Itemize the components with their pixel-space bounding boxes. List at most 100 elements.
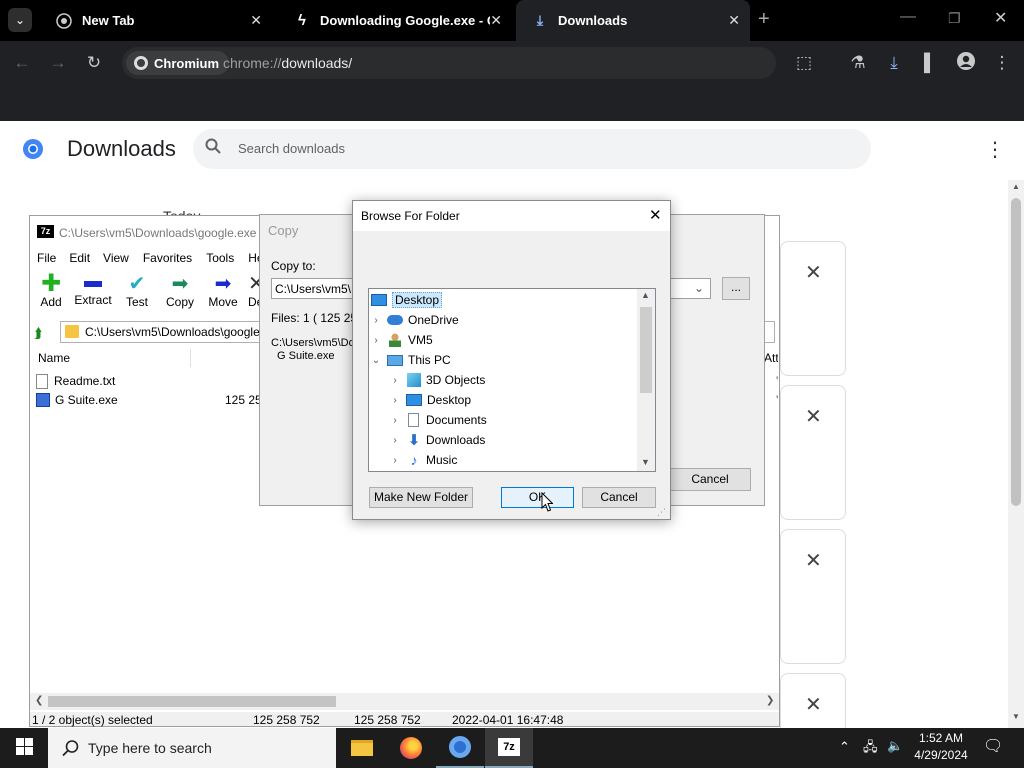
extract-button[interactable]: Extract [74, 273, 112, 307]
back-arrow-icon[interactable]: ← [10, 51, 34, 75]
up-folder-icon[interactable]: ⮭ [34, 325, 42, 342]
chevron-down-icon[interactable]: ⌄ [694, 281, 704, 295]
downloads-search[interactable]: Search downloads [193, 129, 871, 169]
expand-chevron-icon[interactable]: › [388, 375, 402, 386]
tree-item-documents[interactable]: › Documents [388, 410, 487, 430]
tab-downloads[interactable]: ⤓ Downloads ✕ [516, 0, 750, 41]
clock[interactable]: 1:52 AM 4/29/2024 [908, 730, 974, 764]
tree-scrollbar[interactable]: ▲ ▼ [637, 289, 655, 471]
close-icon: ✕ [994, 10, 1008, 27]
menu-edit[interactable]: Edit [63, 249, 96, 269]
cancel-button[interactable]: Cancel [582, 487, 656, 508]
expand-chevron-icon[interactable]: › [388, 435, 402, 446]
scroll-right-arrow-icon[interactable]: ❯ [766, 695, 774, 706]
close-tab-icon[interactable]: ✕ [250, 12, 262, 29]
download-icon[interactable]: ⤓ [882, 51, 906, 75]
column-attributes[interactable]: Attribute [764, 351, 778, 365]
address-bar[interactable]: Chromium chrome://downloads/ [122, 47, 776, 79]
column-name[interactable]: Name [38, 351, 70, 365]
folder-tree[interactable]: Desktop › OneDrive › VM5 ⌄ This PC › 3D … [368, 288, 656, 472]
expand-chevron-icon[interactable]: › [388, 455, 402, 466]
file-row[interactable]: Readme.txt [36, 371, 115, 391]
resize-grip-icon[interactable]: ⋰ [657, 507, 666, 518]
tree-item-onedrive[interactable]: › OneDrive [369, 310, 458, 330]
move-button[interactable]: ➡ Move [206, 273, 240, 309]
expand-chevron-icon[interactable]: › [369, 315, 383, 326]
tree-item-downloads[interactable]: › ⬇ Downloads [388, 430, 485, 450]
tab-search-button[interactable]: ⌄ [8, 8, 32, 32]
firefox-icon [400, 737, 422, 759]
copy-cancel-button[interactable]: Cancel [669, 468, 751, 491]
notification-center-icon[interactable]: 🗨 [983, 736, 1003, 756]
page-scrollbar[interactable]: ▲ ▼ [1008, 180, 1024, 728]
horizontal-scrollbar[interactable]: ❮ ❯ [30, 693, 779, 710]
remove-download-icon[interactable]: ✕ [805, 548, 822, 573]
download-arrow-icon: ⬇ [407, 432, 421, 449]
extensions-icon[interactable]: ⬚ [792, 51, 816, 75]
menu-favorites[interactable]: Favorites [136, 249, 199, 269]
reload-icon[interactable]: ↻ [82, 51, 106, 75]
tree-item-music[interactable]: › ♪ Music [388, 450, 457, 470]
close-icon[interactable]: ✕ [649, 206, 662, 224]
tree-item-this-pc[interactable]: ⌄ This PC [369, 350, 451, 370]
tab-downloading-google[interactable]: ϟ Downloading Google.exe - Ga ✕ [278, 0, 512, 41]
side-panel-icon[interactable]: ▌ [918, 51, 942, 75]
profile-avatar-icon[interactable] [954, 51, 978, 75]
network-icon[interactable]: 🖧 [863, 738, 878, 760]
scroll-up-arrow-icon[interactable]: ▲ [641, 290, 650, 300]
test-button[interactable]: ✔ Test [122, 273, 152, 309]
restore-button[interactable]: ❐ [948, 10, 961, 27]
expand-chevron-icon[interactable]: › [388, 395, 402, 406]
menu-kebab-icon[interactable]: ⋮ [990, 51, 1014, 75]
taskbar-chromium[interactable] [436, 728, 484, 768]
file-row[interactable]: G Suite.exe [36, 390, 118, 410]
expand-chevron-icon[interactable]: › [388, 415, 402, 426]
taskbar-search-box[interactable]: Type here to search [48, 728, 336, 768]
remove-download-icon[interactable]: ✕ [805, 404, 822, 429]
browse-button[interactable]: ... [722, 277, 750, 300]
tree-item-desktop[interactable]: › Desktop [388, 390, 471, 410]
menu-tools[interactable]: Tools [199, 249, 241, 269]
menu-view[interactable]: View [96, 249, 136, 269]
collapse-chevron-icon[interactable]: ⌄ [369, 355, 383, 366]
toolbar-band [0, 85, 1024, 121]
scrollbar-thumb[interactable] [1011, 198, 1021, 506]
tree-item-vm5[interactable]: › VM5 [369, 330, 433, 350]
add-button[interactable]: ✚ Add [36, 272, 66, 310]
taskbar-firefox[interactable] [387, 728, 435, 768]
more-actions-icon[interactable]: ⋮ [985, 137, 1005, 162]
tab-new-tab[interactable]: New Tab ✕ [40, 0, 272, 41]
taskbar-file-explorer[interactable] [338, 728, 386, 768]
status-bar: 1 / 2 object(s) selected 125 258 752 125… [30, 712, 779, 727]
tree-item-3d-objects[interactable]: › 3D Objects [388, 370, 485, 390]
tree-item-desktop-root[interactable]: Desktop [369, 290, 443, 310]
new-tab-button[interactable]: + [758, 8, 778, 31]
ok-button[interactable]: OK [501, 487, 574, 508]
scrollbar-thumb[interactable] [640, 307, 652, 393]
minimize-icon: — [900, 8, 916, 25]
remove-download-icon[interactable]: ✕ [805, 692, 822, 717]
close-tab-icon[interactable]: ✕ [728, 12, 740, 29]
site-chip[interactable]: Chromium [126, 51, 229, 75]
scroll-left-arrow-icon[interactable]: ❮ [35, 695, 43, 706]
show-hidden-icons-chevron-icon[interactable]: ⌃ [839, 739, 850, 755]
close-tab-icon[interactable]: ✕ [490, 12, 502, 29]
close-window-button[interactable]: ✕ [994, 8, 1007, 28]
lab-flask-icon[interactable]: ⚗ [846, 51, 870, 75]
volume-muted-icon[interactable]: 🔈 [887, 738, 903, 754]
scroll-down-arrow-icon[interactable]: ▼ [641, 457, 650, 467]
start-button[interactable] [0, 728, 48, 768]
forward-arrow-icon[interactable]: → [46, 51, 70, 75]
copy-button[interactable]: ➡ Copy [164, 273, 196, 309]
taskbar-7zip[interactable]: 7z [485, 728, 533, 768]
menu-file[interactable]: File [30, 249, 63, 269]
scroll-up-arrow-icon[interactable]: ▲ [1012, 182, 1020, 191]
remove-download-icon[interactable]: ✕ [805, 260, 822, 285]
make-new-folder-button[interactable]: Make New Folder [369, 487, 473, 508]
minimize-button[interactable]: — [900, 8, 916, 26]
tab-title: Downloading Google.exe - Ga [320, 13, 490, 28]
scroll-down-arrow-icon[interactable]: ▼ [1012, 712, 1020, 721]
expand-chevron-icon[interactable]: › [369, 335, 383, 346]
scrollbar-thumb[interactable] [48, 696, 336, 707]
sevenzip-menubar: File Edit View Favorites Tools Help [30, 249, 280, 269]
